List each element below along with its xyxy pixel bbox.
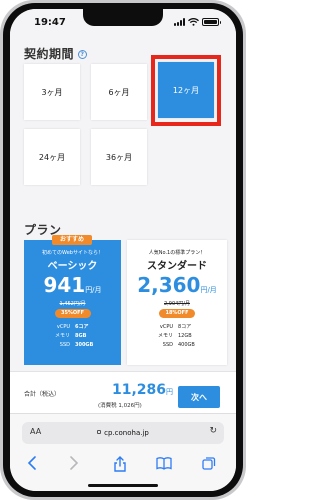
total-label: 合計（税込） bbox=[24, 391, 61, 398]
price-value: 2,360 bbox=[137, 273, 201, 297]
plan-card-standard[interactable]: 人気No.1の標準プラン！ スタンダード 2,360円/月 2,904円/月 1… bbox=[127, 240, 227, 365]
total-amount: 11,286円 bbox=[112, 379, 173, 398]
plan-price: 2,360円/月 bbox=[127, 273, 227, 297]
price-unit: 円/月 bbox=[200, 286, 217, 294]
url-display: cp.conoha.jp bbox=[22, 429, 224, 437]
spec-row: SSD 300GB bbox=[50, 340, 94, 349]
tabs-icon[interactable] bbox=[202, 456, 216, 470]
spec-table: vCPU 8コア メモリ 12GB SSD 400GB bbox=[153, 322, 195, 349]
battery-icon bbox=[202, 18, 221, 26]
discount-badge: 35%OFF bbox=[54, 309, 91, 318]
spec-row: メモリ 12GB bbox=[153, 331, 195, 340]
spec-label: SSD bbox=[59, 341, 70, 348]
period-option-3[interactable]: 3ヶ月 bbox=[24, 64, 80, 120]
browser-bar: AA cp.conoha.jp ↻ bbox=[10, 413, 236, 491]
lock-icon bbox=[97, 430, 102, 434]
forward-icon[interactable] bbox=[69, 456, 79, 470]
price-unit: 円/月 bbox=[85, 286, 102, 294]
reload-icon[interactable]: ↻ bbox=[209, 426, 217, 436]
spec-value: 400GB bbox=[178, 341, 195, 348]
period-option-36[interactable]: 36ヶ月 bbox=[91, 129, 147, 185]
period-option-6[interactable]: 6ヶ月 bbox=[91, 64, 147, 120]
total-value: 11,286 bbox=[112, 382, 167, 398]
url-text: cp.conoha.jp bbox=[104, 429, 149, 437]
spec-label: メモリ bbox=[54, 333, 70, 339]
home-indicator bbox=[88, 484, 158, 487]
plan-name: スタンダード bbox=[147, 261, 207, 272]
total-unit: 円 bbox=[166, 388, 174, 396]
spec-label: SSD bbox=[162, 341, 173, 348]
bookmarks-icon[interactable] bbox=[156, 456, 172, 470]
status-time: 19:47 bbox=[34, 17, 66, 28]
screen: 19:47 契約期間? 3ヶ月 6ヶ月 12ヶ月 24ヶ月 36ヶ月 プラン お… bbox=[10, 9, 236, 491]
plan-name: ベーシック bbox=[47, 261, 98, 272]
browser-toolbar bbox=[10, 456, 236, 476]
spec-value: 12GB bbox=[178, 332, 192, 339]
spec-table: vCPU 6コア メモリ 8GB SSD 300GB bbox=[50, 322, 93, 349]
status-icons bbox=[174, 18, 221, 26]
share-icon[interactable] bbox=[113, 456, 127, 472]
plan-card-basic[interactable]: おすすめ 初めてのWebサイトなら！ ベーシック 941円/月 1,452円/月… bbox=[24, 235, 121, 365]
spec-row: メモリ 8GB bbox=[50, 331, 93, 340]
period-option-label: 24ヶ月 bbox=[38, 152, 66, 162]
recommend-badge: おすすめ bbox=[52, 235, 92, 245]
notch bbox=[83, 9, 163, 26]
price-value: 941 bbox=[43, 273, 86, 297]
question-circle-icon[interactable]: ? bbox=[78, 50, 88, 59]
period-option-label: 6ヶ月 bbox=[108, 87, 130, 97]
back-icon[interactable] bbox=[27, 456, 37, 470]
signal-icon bbox=[174, 18, 185, 26]
period-option-24[interactable]: 24ヶ月 bbox=[24, 129, 80, 185]
period-option-label: 3ヶ月 bbox=[41, 87, 63, 97]
discount-badge: 18%OFF bbox=[159, 309, 195, 318]
tax-note: (消費税 1,026円) bbox=[98, 403, 142, 409]
contract-period-title: 契約期間? bbox=[24, 45, 88, 62]
spec-label: vCPU bbox=[159, 323, 173, 330]
plan-catchphrase: 人気No.1の標準プラン！ bbox=[148, 250, 206, 256]
original-price: 1,452円/月 bbox=[59, 301, 86, 307]
spec-row: vCPU 8コア bbox=[153, 322, 195, 331]
spec-value: 300GB bbox=[75, 341, 94, 348]
selection-highlight bbox=[151, 55, 221, 126]
original-price: 2,904円/月 bbox=[164, 301, 190, 307]
period-option-label: 36ヶ月 bbox=[105, 152, 133, 162]
spec-row: SSD 400GB bbox=[153, 340, 195, 349]
spec-label: vCPU bbox=[56, 323, 70, 330]
status-bar: 19:47 bbox=[10, 9, 236, 35]
wifi-icon bbox=[188, 18, 199, 26]
spec-value: 6コア bbox=[75, 324, 89, 330]
next-button[interactable]: 次へ bbox=[178, 386, 220, 408]
contract-period-label: 契約期間 bbox=[24, 47, 75, 61]
spec-value: 8コア bbox=[178, 324, 192, 330]
spec-value: 8GB bbox=[75, 332, 87, 339]
spec-label: メモリ bbox=[157, 333, 173, 339]
plan-price: 941円/月 bbox=[24, 273, 121, 297]
address-bar[interactable]: AA cp.conoha.jp ↻ bbox=[22, 422, 224, 444]
order-summary-bar: 合計（税込） 11,286円 (消費税 1,026円) 次へ bbox=[10, 371, 236, 413]
plan-catchphrase: 初めてのWebサイトなら！ bbox=[42, 250, 103, 256]
spec-row: vCPU 6コア bbox=[50, 322, 93, 331]
